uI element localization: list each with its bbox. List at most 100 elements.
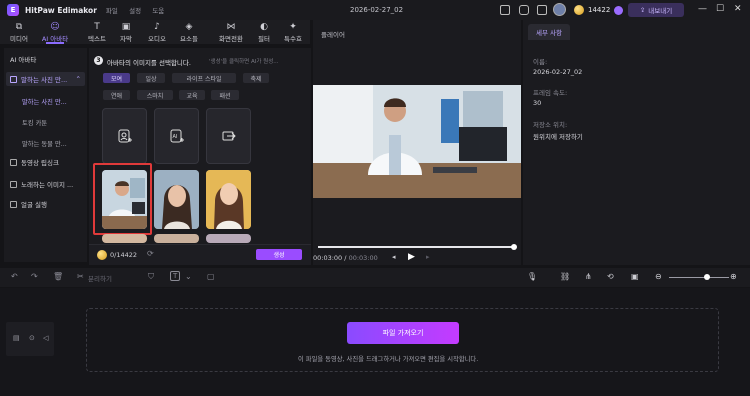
time-display: 00:03:00 / 00:03:00 <box>313 254 378 262</box>
ai-generate-tile[interactable]: AI <box>154 108 199 164</box>
face-icon <box>10 200 17 208</box>
coin-icon <box>574 5 584 15</box>
category-chip[interactable]: 연애 <box>103 90 130 100</box>
credits-display[interactable]: 14422 <box>574 3 624 17</box>
avatar-photo-partial[interactable] <box>102 234 147 243</box>
link-icon[interactable]: ⛓ <box>560 272 570 281</box>
tab-media[interactable]: ⧉ 미디어 <box>4 22 34 44</box>
avatar-photo-woman-2[interactable] <box>206 170 251 229</box>
avatar-photo-woman-1[interactable] <box>154 170 199 229</box>
tab-subtitle[interactable]: ▣ 자막 <box>111 22 141 44</box>
ai-avatar-icon: ☺ <box>50 22 60 32</box>
clip-icon[interactable]: ▢ <box>207 272 215 281</box>
properties-panel: 세부 사항 이름: 2026-02-27_02 프레임 속도: 30 저장소 위… <box>523 20 750 265</box>
category-chip[interactable]: 패션 <box>211 90 239 100</box>
category-chip[interactable]: 교육 <box>179 90 205 100</box>
tab-ai-avatar[interactable]: ☺ AI 아바타 <box>40 22 70 44</box>
split-icon[interactable]: ✂ <box>77 272 84 281</box>
refresh-icon[interactable]: ⟳ <box>147 249 154 258</box>
upload-person-icon <box>118 129 132 143</box>
delete-icon[interactable]: 🗑 <box>53 272 63 281</box>
tab-audio[interactable]: ♪ 오디오 <box>142 22 172 44</box>
play-icon[interactable]: ▶ <box>408 252 415 262</box>
gift-icon[interactable] <box>537 5 547 15</box>
sidebar-item-singing-image[interactable]: 노래하는 이미지 ... <box>6 177 85 191</box>
sidebar-subitem-talking-animal[interactable]: 말하는 동물 만... <box>22 139 67 148</box>
tab-effects[interactable]: ✦ 특수효 <box>278 22 308 44</box>
app-logo-icon: E <box>7 4 19 16</box>
maximize-icon[interactable]: ☐ <box>716 4 724 15</box>
loop-icon[interactable]: ⟲ <box>607 272 614 281</box>
ai-generate-icon: AI <box>170 129 184 143</box>
avatar[interactable] <box>553 3 566 16</box>
sidebar-item-video-lipsync[interactable]: 동영상 립싱크 <box>6 155 85 169</box>
undo-icon[interactable]: ↶ <box>11 272 18 281</box>
step-back-icon[interactable]: ◂ <box>392 253 396 261</box>
microphone-icon[interactable]: 🎙 <box>527 272 537 281</box>
zoom-slider[interactable] <box>669 277 729 278</box>
text-style-icon[interactable]: T <box>170 271 181 281</box>
feedback-icon[interactable] <box>519 5 529 15</box>
tab-elements-label: 요소들 <box>180 35 198 43</box>
time-total: 00:03:00 <box>348 254 378 262</box>
minimize-icon[interactable]: — <box>698 4 707 15</box>
playhead-handle[interactable] <box>511 244 517 250</box>
credits-value: 14422 <box>588 6 611 14</box>
credits-usage: 0/14422 <box>110 251 138 259</box>
step-forward-icon[interactable]: ▸ <box>426 253 430 261</box>
tab-filter-label: 필터 <box>258 35 270 43</box>
tab-text[interactable]: T 텍스트 <box>82 22 112 44</box>
lock-icon[interactable]: ⊙ <box>29 334 35 342</box>
playback-progress-bar[interactable] <box>318 246 516 248</box>
import-file-button[interactable]: 파일 가져오기 <box>347 322 459 344</box>
zoom-in-icon[interactable]: ⊕ <box>730 272 737 281</box>
tab-details[interactable]: 세부 사항 <box>528 24 570 40</box>
woman-illustration <box>154 170 199 229</box>
sidebar-item-face[interactable]: 얼굴 실행 <box>6 197 85 211</box>
category-chip[interactable]: 일상 <box>137 73 165 83</box>
menu-help[interactable]: 도움 <box>152 7 164 15</box>
caption-icon[interactable]: ▣ <box>631 272 639 281</box>
export-button[interactable]: ⇪ 내보내기 <box>628 3 684 17</box>
sidebar-item-talking-photo[interactable]: 말하는 사진 만... ⌃ <box>6 72 85 86</box>
avatar-photo-partial[interactable] <box>206 234 251 243</box>
sidebar-subitem-talking-photo[interactable]: 말하는 사진 만... <box>22 97 67 106</box>
tab-transition-label: 화면전환 <box>219 35 243 43</box>
import-media-tile[interactable] <box>206 108 251 164</box>
category-chip[interactable]: 라이프 스타일 <box>172 73 236 83</box>
panel-hint: '생성'을 클릭하면 AI가 원성... <box>209 59 279 65</box>
tab-transition[interactable]: ⋈ 화면전환 <box>214 22 248 44</box>
ai-sidebar: AI 아바타 말하는 사진 만... ⌃ 말하는 사진 만... 토킹 카툰 말하… <box>4 48 87 262</box>
fps-value: 30 <box>533 99 542 107</box>
category-chip[interactable]: 축제 <box>243 73 269 83</box>
sidebar-item-ai-avatar[interactable]: AI 아바타 <box>6 52 85 66</box>
avatar-photo-doctor[interactable] <box>102 170 147 229</box>
monitor-icon[interactable] <box>500 5 510 15</box>
close-icon[interactable]: ✕ <box>734 4 742 15</box>
menu-file[interactable]: 파일 <box>106 7 118 15</box>
chevron-down-icon[interactable]: ⌄ <box>185 272 192 281</box>
category-chip[interactable]: 모여 <box>103 73 130 83</box>
coin-icon <box>97 250 107 260</box>
menu-settings[interactable]: 설정 <box>129 7 141 15</box>
category-chip[interactable]: 스마치 <box>137 90 173 100</box>
time-separator: / <box>344 254 347 262</box>
redo-icon[interactable]: ↷ <box>31 272 38 281</box>
mute-icon[interactable]: ◁ <box>43 334 48 342</box>
add-credits-icon[interactable] <box>614 5 624 15</box>
sidebar-subitem-talking-cartoon[interactable]: 토킹 카툰 <box>22 118 47 127</box>
track-video-icon[interactable]: ▤ <box>13 334 20 342</box>
zoom-out-icon[interactable]: ⊖ <box>655 272 662 281</box>
lipsync-icon <box>10 158 17 166</box>
zoom-slider-handle[interactable] <box>704 274 710 280</box>
tab-filter[interactable]: ◐ 필터 <box>249 22 279 44</box>
magnet-icon[interactable]: ⋔ <box>585 272 592 281</box>
sidebar-item-label: 노래하는 이미지 ... <box>21 181 74 189</box>
shield-icon[interactable]: ⛉ <box>148 272 154 282</box>
avatar-photo-partial[interactable] <box>154 234 199 243</box>
video-preview[interactable] <box>313 85 521 198</box>
upload-photo-tile[interactable] <box>102 108 147 164</box>
tab-elements[interactable]: ◈ 요소들 <box>174 22 204 44</box>
tab-media-label: 미디어 <box>10 35 28 43</box>
generate-button[interactable]: 생성 <box>256 249 302 260</box>
